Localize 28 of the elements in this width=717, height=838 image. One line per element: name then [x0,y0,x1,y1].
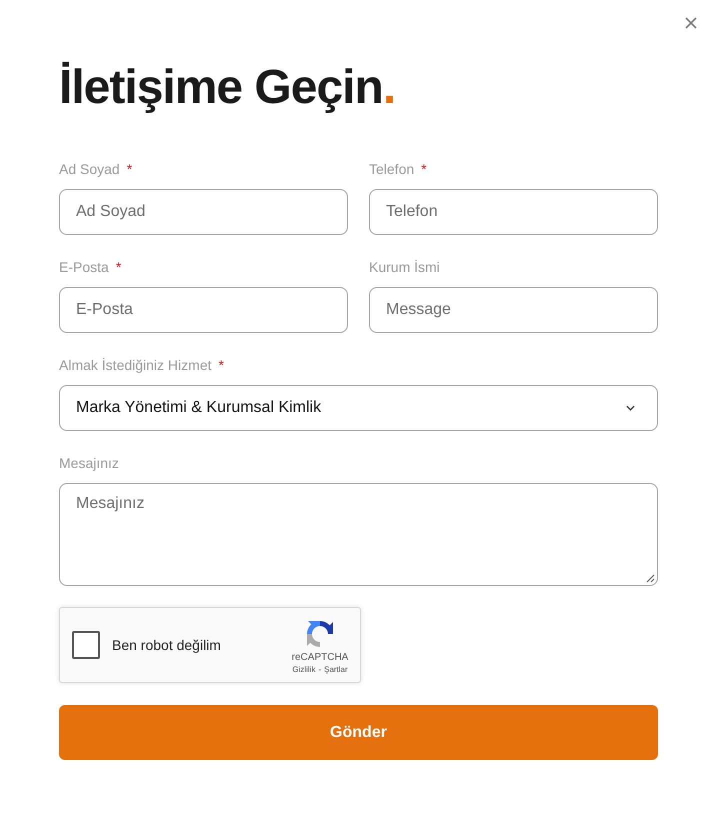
required-asterisk: * [218,356,224,374]
resize-handle-icon[interactable] [646,574,655,583]
field-label: E-Posta [59,258,109,276]
circular-arrows-icon [304,618,336,650]
captcha-checkbox[interactable] [72,631,100,659]
text-input[interactable]: Message [369,287,658,333]
field-label: Telefon [369,160,414,178]
field-label: Almak İstediğiniz Hizmet [59,356,212,375]
field-label: Mesajınız [59,454,119,473]
close-icon [685,17,697,29]
service-select[interactable]: Marka Yönetimi & Kurumsal Kimlik [59,385,658,431]
text-input[interactable]: E-Posta [59,287,348,333]
text-input[interactable]: Ad Soyad [59,189,348,235]
terms-link[interactable]: Şartlar [324,665,348,675]
required-asterisk: * [126,160,132,178]
heading-text: İletişime Geçin [59,61,383,114]
field-label: Kurum İsmi [369,258,440,276]
heading-period: . [382,61,396,114]
field-label: Ad Soyad [59,160,120,179]
captcha-label: Ben robot değilim [112,636,221,655]
captcha-brand: reCAPTCHA [292,652,348,664]
text-input[interactable]: Telefon [369,189,658,235]
chevron-down-icon [626,405,635,411]
message-textarea[interactable]: Mesajınız [59,483,658,586]
privacy-link[interactable]: Gizlilik [292,665,316,675]
link-separator: - [318,665,322,675]
required-asterisk: * [421,160,427,178]
required-asterisk: * [116,258,122,276]
